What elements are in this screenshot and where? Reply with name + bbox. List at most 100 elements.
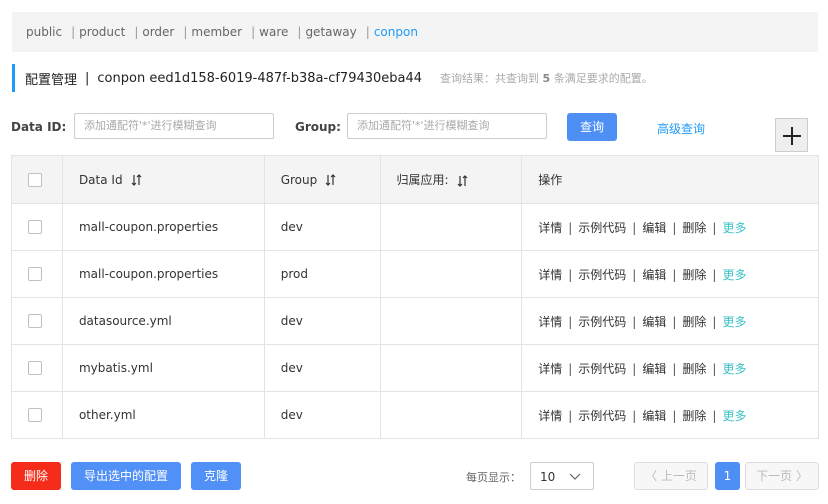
search-row: Data ID: 添加通配符'*'进行模糊查询 Group: 添加通配符'*'进… [11, 112, 821, 142]
page-size-value: 10 [540, 470, 556, 484]
namespace-separator: | [183, 25, 188, 39]
clone-button[interactable]: 克隆 [191, 462, 241, 490]
row-checkbox[interactable] [28, 408, 42, 422]
table-row: mybatis.yml dev 详情 | 示例代码 | 编辑 | 删除 | 更多 [11, 344, 819, 392]
namespace-bar: public | product | order | member | ware… [12, 12, 818, 52]
detail-link[interactable]: 详情 [538, 315, 562, 329]
edit-link[interactable]: 编辑 [642, 221, 666, 235]
sort-icon[interactable] [457, 174, 468, 187]
cell-group: dev [263, 297, 381, 345]
cell-dataid: other.yml [61, 391, 265, 439]
group-label: Group: [295, 120, 341, 134]
more-link[interactable]: 更多 [722, 268, 746, 282]
row-checkbox[interactable] [28, 267, 42, 281]
select-all-checkbox[interactable] [28, 172, 42, 187]
sample-code-link[interactable]: 示例代码 [578, 362, 626, 376]
next-page-button[interactable]: 下一页 〉 [745, 462, 819, 490]
cell-dataid: mall-coupon.properties [61, 203, 265, 251]
namespace-ware[interactable]: ware [259, 25, 288, 39]
cell-dataid: datasource.yml [61, 297, 265, 345]
more-link[interactable]: 更多 [722, 409, 746, 423]
row-checkbox[interactable] [28, 220, 42, 234]
sample-code-link[interactable]: 示例代码 [578, 221, 626, 235]
cell-group: prod [263, 250, 381, 298]
sample-code-link[interactable]: 示例代码 [578, 315, 626, 329]
edit-link[interactable]: 编辑 [642, 409, 666, 423]
edit-link[interactable]: 编辑 [642, 268, 666, 282]
cell-app [379, 391, 523, 439]
header-dataid[interactable]: Data Id [61, 155, 265, 204]
page-title: 配置管理 [25, 72, 78, 88]
cell-dataid: mybatis.yml [61, 344, 265, 392]
namespace-conpon[interactable]: conpon [374, 25, 418, 39]
export-selected-button[interactable]: 导出选中的配置 [71, 462, 181, 490]
sample-code-link[interactable]: 示例代码 [578, 409, 626, 423]
page-number-button[interactable]: 1 [715, 462, 740, 490]
footer-bar: 删除 导出选中的配置 克隆 每页显示： 10 〈 上一页 1 下一页 〉 [0, 462, 828, 492]
query-result-text: 查询结果：共查询到 5 条满足要求的配置。 [440, 72, 653, 85]
dataid-search-input[interactable]: 添加通配符'*'进行模糊查询 [74, 113, 274, 139]
namespace-list: public | product | order | member | ware… [26, 12, 418, 52]
namespace-separator: | [251, 25, 256, 39]
cell-dataid: mall-coupon.properties [61, 250, 265, 298]
header-select-all-cell [11, 155, 63, 204]
delete-link[interactable]: 删除 [682, 315, 706, 329]
namespace-order[interactable]: order [142, 25, 174, 39]
edit-link[interactable]: 编辑 [642, 362, 666, 376]
sort-icon[interactable] [325, 174, 336, 186]
delete-link[interactable]: 删除 [682, 221, 706, 235]
cell-group: dev [263, 344, 381, 392]
row-checkbox[interactable] [28, 361, 42, 375]
cell-ops: 详情 | 示例代码 | 编辑 | 删除 | 更多 [521, 344, 819, 392]
header-app[interactable]: 归属应用: [379, 155, 523, 204]
config-table: Data Id Group 归属应用: 操作 mall-coupon.prope… [11, 155, 819, 439]
batch-delete-button[interactable]: 删除 [11, 462, 61, 490]
advanced-query-link[interactable]: 高级查询 [657, 120, 705, 137]
sort-icon[interactable] [131, 174, 142, 186]
page-size-select[interactable]: 10 [530, 462, 594, 490]
prev-page-button[interactable]: 〈 上一页 [634, 462, 708, 490]
row-checkbox[interactable] [28, 314, 42, 328]
detail-link[interactable]: 详情 [538, 268, 562, 282]
table-row: other.yml dev 详情 | 示例代码 | 编辑 | 删除 | 更多 [11, 391, 819, 439]
namespace-separator: | [297, 25, 302, 39]
detail-link[interactable]: 详情 [538, 362, 562, 376]
header-group[interactable]: Group [263, 155, 381, 204]
cell-app [379, 344, 523, 392]
delete-link[interactable]: 删除 [682, 268, 706, 282]
delete-link[interactable]: 删除 [682, 362, 706, 376]
more-link[interactable]: 更多 [722, 221, 746, 235]
cell-group: dev [263, 203, 381, 251]
delete-link[interactable]: 删除 [682, 409, 706, 423]
chevron-right-icon: 〉 [792, 469, 808, 483]
namespace-member[interactable]: member [191, 25, 242, 39]
table-row: mall-coupon.properties prod 详情 | 示例代码 | 编辑 | 删… [11, 250, 819, 298]
detail-link[interactable]: 详情 [538, 409, 562, 423]
query-button[interactable]: 查询 [567, 113, 617, 141]
dataid-label: Data ID: [11, 120, 67, 134]
more-link[interactable]: 更多 [722, 362, 746, 376]
table-header-row: Data Id Group 归属应用: 操作 [11, 155, 819, 204]
cell-app [379, 203, 523, 251]
group-search-input[interactable]: 添加通配符'*'进行模糊查询 [347, 113, 547, 139]
cell-ops: 详情 | 示例代码 | 编辑 | 删除 | 更多 [521, 391, 819, 439]
namespace-separator: | [365, 25, 370, 39]
page-title-bar: 配置管理 | conpon eed1d158-6019-487f-b38a-cf… [12, 64, 653, 92]
add-config-button[interactable] [775, 118, 808, 152]
namespace-separator: | [134, 25, 139, 39]
more-link[interactable]: 更多 [722, 315, 746, 329]
cell-ops: 详情 | 示例代码 | 编辑 | 删除 | 更多 [521, 250, 819, 298]
chevron-left-icon: 〈 [645, 469, 661, 483]
page-size-label: 每页显示： [466, 471, 521, 484]
cell-ops: 详情 | 示例代码 | 编辑 | 删除 | 更多 [521, 203, 819, 251]
namespace-getaway[interactable]: getaway [305, 25, 356, 39]
detail-link[interactable]: 详情 [538, 221, 562, 235]
plus-icon [783, 127, 801, 145]
edit-link[interactable]: 编辑 [642, 315, 666, 329]
namespace-public[interactable]: public [26, 25, 62, 39]
table-row: mall-coupon.properties dev 详情 | 示例代码 | 编辑 | 删除… [11, 203, 819, 251]
cell-app [379, 250, 523, 298]
namespace-product[interactable]: product [79, 25, 125, 39]
sample-code-link[interactable]: 示例代码 [578, 268, 626, 282]
cell-ops: 详情 | 示例代码 | 编辑 | 删除 | 更多 [521, 297, 819, 345]
